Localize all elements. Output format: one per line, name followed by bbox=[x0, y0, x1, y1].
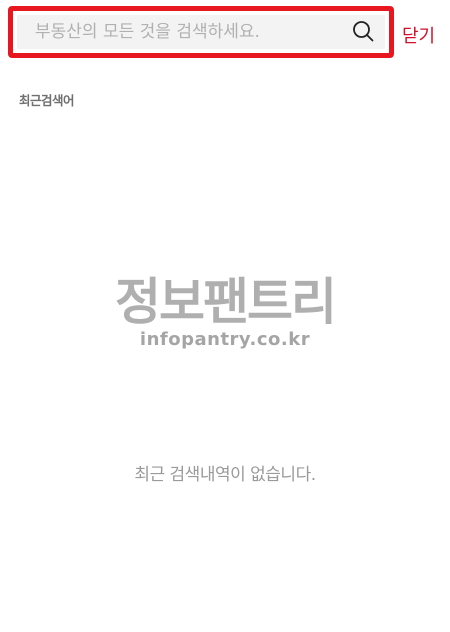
search-input[interactable] bbox=[33, 16, 349, 48]
watermark-logo: 정보팬트리 infopantry.co.kr bbox=[0, 274, 450, 350]
search-icon bbox=[352, 20, 374, 45]
search-button[interactable] bbox=[349, 18, 377, 46]
close-button[interactable]: 닫기 bbox=[402, 22, 435, 48]
search-overlay: 닫기 최근검색어 정보팬트리 infopantry.co.kr 최근 검색내역이… bbox=[0, 0, 450, 632]
watermark-main-text: 정보팬트리 bbox=[115, 273, 337, 331]
search-bar bbox=[17, 15, 385, 49]
empty-recent-message: 최근 검색내역이 없습니다. bbox=[134, 465, 316, 485]
search-highlight-box bbox=[8, 6, 394, 58]
recent-searches-heading: 최근검색어 bbox=[19, 93, 75, 108]
watermark-url-text: infopantry.co.kr bbox=[139, 329, 311, 350]
